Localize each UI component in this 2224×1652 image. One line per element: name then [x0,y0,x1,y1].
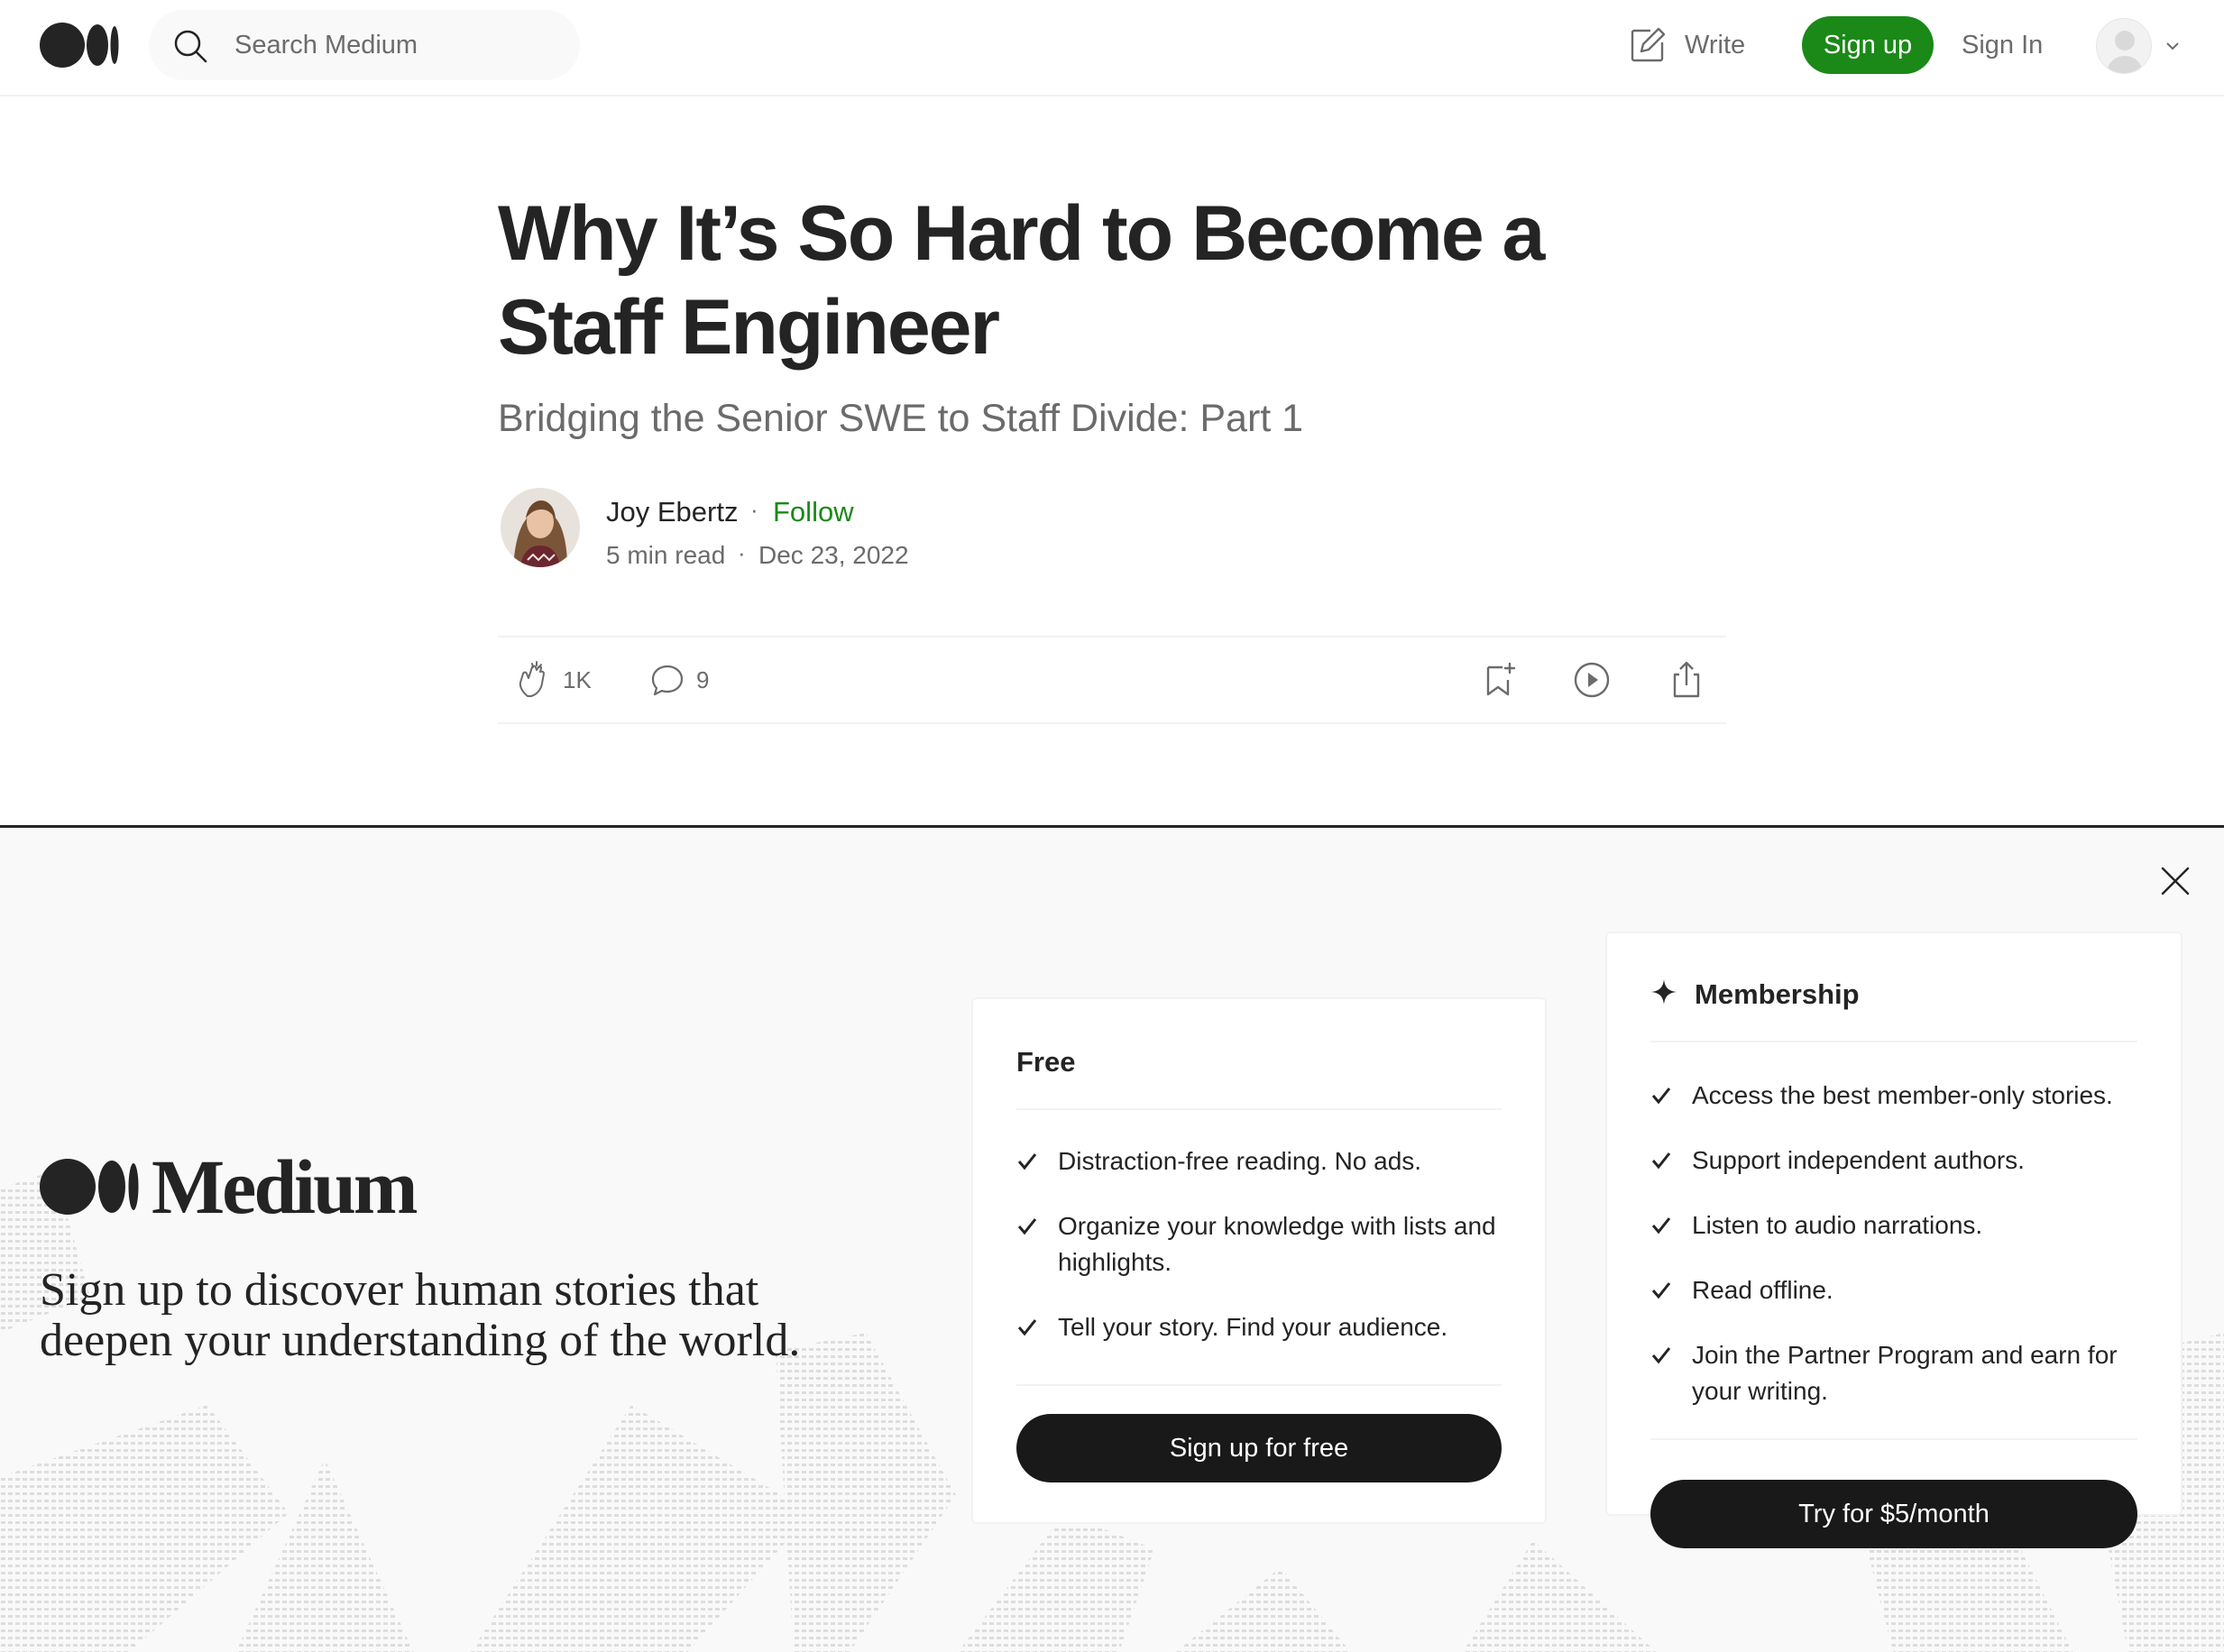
share-icon [1673,661,1700,698]
check-icon [1651,1088,1671,1105]
feature-item: Distraction-free reading. No ads. [1016,1143,1509,1179]
divider [1650,1438,2137,1440]
sparkle-icon [1651,979,1677,1005]
follow-button[interactable]: Follow [773,493,854,531]
article-subtitle: Bridging the Senior SWE to Staff Divide:… [498,397,1304,440]
feature-item: Read offline. [1650,1272,2145,1308]
membership-plan-card: Membership Access the best member-only s… [1605,932,2183,1548]
check-icon [1651,1282,1671,1299]
feature-item: Join the Partner Program and earn for yo… [1650,1337,2145,1409]
feature-text: Support independent authors. [1692,1146,2025,1174]
write-label: Write [1685,30,1746,60]
sign-in-link[interactable]: Sign In [1962,0,2043,91]
check-icon [1651,1347,1671,1364]
free-plan-title: Free [1016,1046,1076,1078]
clap-icon [519,661,545,697]
clap-button[interactable]: 1K [514,638,592,722]
user-avatar-icon [2097,19,2151,73]
close-icon[interactable] [2159,865,2192,897]
free-plan-card: Free Distraction-free reading. No ads. O… [971,997,1547,1524]
divider [1650,1041,2137,1042]
feature-text: Tell your story. Find your audience. [1058,1313,1448,1341]
separator-dot: · [750,496,758,523]
feature-text: Join the Partner Program and earn for yo… [1692,1341,2118,1405]
check-icon [1651,1152,1671,1170]
medium-logo-icon[interactable] [40,23,119,68]
search-placeholder: Search Medium [234,31,418,60]
divider [1016,1108,1502,1110]
comment-button[interactable]: 9 [648,638,709,722]
check-icon [1651,1217,1671,1234]
listen-button[interactable] [1572,638,1612,722]
check-icon [1017,1319,1037,1336]
comment-icon [651,665,684,696]
search-input[interactable]: Search Medium [149,10,580,80]
check-icon [1017,1153,1037,1170]
signup-tagline: Sign up to discover human stories that d… [40,1264,801,1366]
feature-item: Support independent authors. [1650,1143,2145,1179]
medium-brand-name: Medium [152,1143,418,1230]
author-photo [501,488,580,567]
try-membership-button[interactable]: Try for $5/month [1650,1480,2137,1548]
feature-item: Access the best member-only stories. [1650,1078,2145,1114]
play-icon [1574,662,1610,698]
avatar [2096,18,2152,74]
signup-overlay: Medium Sign up to discover human stories… [0,825,2224,1652]
clap-count: 1K [563,665,592,693]
share-button[interactable] [1667,638,1706,722]
article-title: Why It’s So Hard to Become a Staff Engin… [498,190,1545,371]
read-time: 5 min read [606,541,726,569]
medium-wordmark: Medium [40,1143,418,1230]
feature-text: Distraction-free reading. No ads. [1058,1147,1422,1175]
author-name[interactable]: Joy Ebertz [606,493,738,531]
sign-up-button[interactable]: Sign up [1802,16,1934,74]
author-avatar[interactable] [501,488,580,567]
comment-count: 9 [696,665,710,693]
feature-item: Tell your story. Find your audience. [1016,1309,1509,1345]
feature-item: Listen to audio narrations. [1650,1207,2145,1244]
feature-text: Organize your knowledge with lists and h… [1058,1212,1496,1276]
chevron-down-icon [2166,42,2179,50]
feature-text: Read offline. [1692,1276,1833,1304]
sign-up-for-free-button[interactable]: Sign up for free [1016,1414,1502,1482]
feature-text: Listen to audio narrations. [1692,1211,1983,1239]
membership-title: Membership [1695,978,1860,1010]
write-button[interactable]: Write [1629,23,1745,68]
feature-item: Organize your knowledge with lists and h… [1016,1208,1509,1280]
search-icon [174,30,207,63]
medium-logo-icon [40,1159,139,1215]
bookmark-button[interactable] [1479,638,1519,722]
user-menu[interactable] [2096,18,2186,74]
publish-date: Dec 23, 2022 [758,541,909,569]
check-icon [1017,1218,1037,1235]
feature-text: Access the best member-only stories. [1692,1081,2113,1109]
divider [1016,1384,1502,1386]
write-icon [1631,27,1666,62]
top-navigation: Search Medium Write Sign up Sign In [0,0,2224,96]
separator-dot: · [738,539,746,566]
article-action-bar: 1K 9 [498,636,1726,724]
bookmark-icon [1486,662,1516,696]
